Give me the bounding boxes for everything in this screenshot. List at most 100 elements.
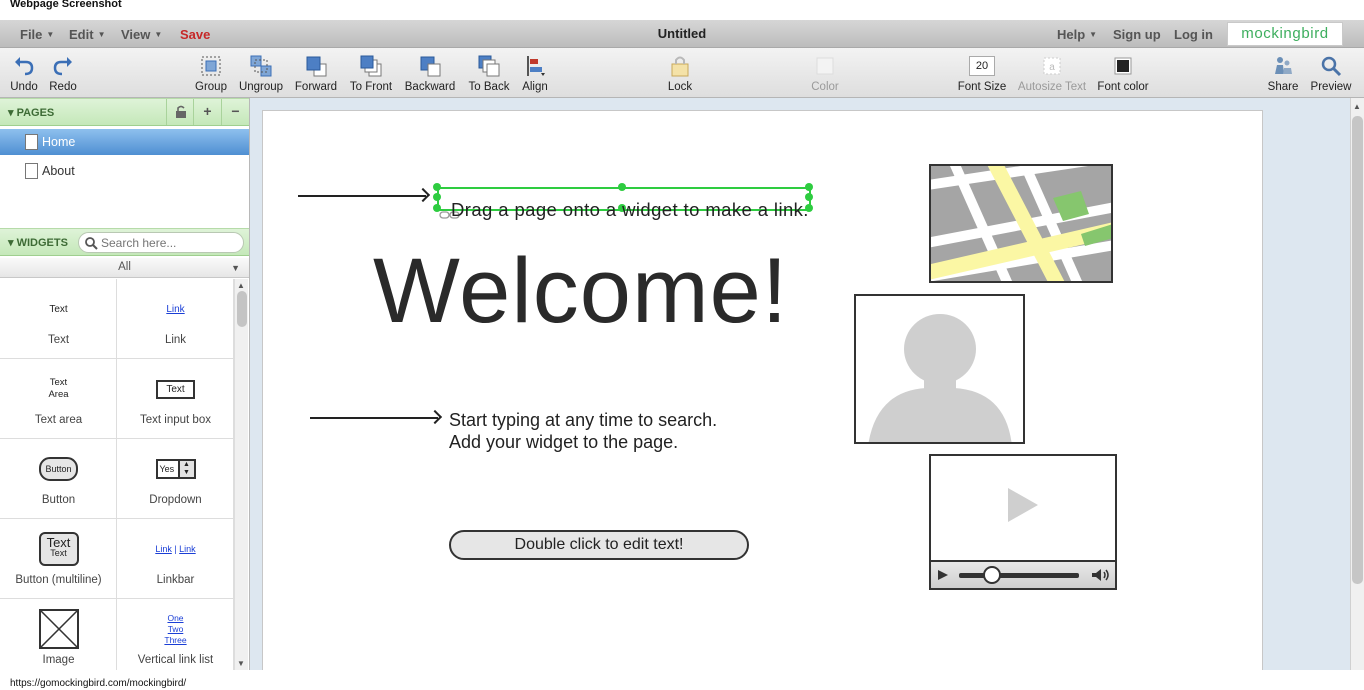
- widget-scrollbar-thumb[interactable]: [237, 291, 247, 327]
- page-icon: [25, 163, 38, 179]
- signup-link[interactable]: Sign up: [1113, 27, 1161, 42]
- widget-text-input-box[interactable]: Text Text input box: [117, 359, 234, 439]
- undo-icon: [12, 54, 36, 78]
- widget-button[interactable]: Button Button: [0, 439, 117, 519]
- align-label: Align: [522, 81, 548, 93]
- redo-button[interactable]: Redo: [46, 54, 80, 93]
- widget-text[interactable]: Text Text: [0, 279, 117, 359]
- canvas-scrollbar-thumb[interactable]: [1352, 116, 1363, 584]
- volume-icon[interactable]: [1091, 568, 1111, 582]
- widget-scrollbar[interactable]: ▲ ▼: [234, 279, 248, 670]
- widget-grid: Text Text Link Link Text Area Text area …: [0, 279, 234, 670]
- undo-button[interactable]: Undo: [6, 54, 42, 93]
- font-color-swatch-icon: [1111, 54, 1135, 78]
- widget-link[interactable]: Link Link: [117, 279, 234, 359]
- pages-header[interactable]: ▾ PAGES + −: [0, 98, 249, 126]
- ungroup-icon: [249, 54, 273, 78]
- ungroup-button[interactable]: Ungroup: [238, 54, 284, 93]
- resize-handle[interactable]: [433, 193, 441, 201]
- play-button-icon[interactable]: [937, 569, 949, 581]
- share-button[interactable]: Share: [1264, 54, 1302, 93]
- play-icon: [1008, 488, 1038, 522]
- login-link[interactable]: Log in: [1174, 27, 1213, 42]
- unlock-icon: [175, 105, 186, 118]
- preview-button[interactable]: Preview: [1310, 54, 1352, 93]
- page-item-about[interactable]: About: [0, 158, 249, 184]
- send-to-back-icon: [477, 54, 501, 78]
- dropdown-widget-preview: Yes ▲ ▼: [155, 459, 196, 479]
- search-input[interactable]: [101, 235, 239, 251]
- add-page-button[interactable]: +: [193, 99, 221, 125]
- scroll-down-icon[interactable]: ▼: [237, 659, 245, 668]
- widget-search[interactable]: [78, 232, 244, 253]
- widgets-header[interactable]: ▾ WIDGETS: [0, 228, 249, 256]
- video-seek-track[interactable]: [959, 573, 1079, 578]
- video-seek-knob[interactable]: [983, 566, 1001, 584]
- bring-to-front-icon: [359, 54, 383, 78]
- magnifier-icon: [1319, 54, 1343, 78]
- lock-page-button[interactable]: [166, 99, 194, 125]
- canvas-scrollbar[interactable]: ▲: [1350, 98, 1364, 670]
- forward-label: Forward: [294, 81, 338, 93]
- page-item-home[interactable]: Home: [0, 129, 249, 155]
- autosize-text-button[interactable]: a Autosize Text: [1017, 54, 1087, 93]
- remove-page-button[interactable]: −: [221, 99, 249, 125]
- to-back-button[interactable]: To Back: [467, 54, 511, 93]
- chevron-down-icon: ▼: [231, 263, 240, 273]
- stepper-icon: ▲ ▼: [177, 461, 194, 477]
- widget-image[interactable]: Image: [0, 599, 117, 670]
- resize-handle[interactable]: [618, 183, 626, 191]
- help-menu[interactable]: Help ▼: [1057, 27, 1097, 42]
- brand-logo[interactable]: mockingbird: [1227, 22, 1343, 46]
- sidebar: ▾ PAGES + − Home About ▾ WIDGETS All ▼ T…: [0, 98, 250, 670]
- canvas-area[interactable]: Drag a page onto a widget to make a link…: [250, 98, 1350, 670]
- backward-button[interactable]: Backward: [403, 54, 457, 93]
- link-hint-text[interactable]: Drag a page onto a widget to make a link…: [451, 199, 809, 221]
- map-widget[interactable]: [929, 164, 1113, 283]
- align-icon: [523, 54, 547, 78]
- undo-label: Undo: [10, 81, 38, 93]
- resize-handle[interactable]: [805, 183, 813, 191]
- align-button[interactable]: Align: [519, 54, 551, 93]
- resize-handle[interactable]: [433, 183, 441, 191]
- widget-linkbar[interactable]: Link | Link Linkbar: [117, 519, 234, 599]
- page-canvas[interactable]: Drag a page onto a widget to make a link…: [262, 110, 1263, 670]
- search-hint-text[interactable]: Start typing at any time to search. Add y…: [449, 409, 717, 453]
- to-front-button[interactable]: To Front: [349, 54, 393, 93]
- scroll-up-icon[interactable]: ▲: [237, 281, 245, 290]
- widget-vertical-link-list[interactable]: One Two Three Vertical link list: [117, 599, 234, 670]
- welcome-heading[interactable]: Welcome!: [373, 239, 788, 344]
- widget-dropdown[interactable]: Yes ▲ ▼ Dropdown: [117, 439, 234, 519]
- scroll-up-icon[interactable]: ▲: [1353, 102, 1361, 111]
- link-widget-preview: Link: [166, 303, 185, 315]
- video-widget[interactable]: [929, 454, 1117, 590]
- widget-filter-dropdown[interactable]: All ▼: [0, 258, 249, 278]
- mock-button[interactable]: Double click to edit text!: [449, 530, 749, 560]
- color-swatch-icon: [813, 54, 837, 78]
- arrow-shape[interactable]: [298, 195, 426, 197]
- widget-label: Text: [47, 334, 70, 346]
- widget-button-multiline[interactable]: Text Text Button (multiline): [0, 519, 117, 599]
- chevron-down-icon: ▼: [1089, 30, 1098, 39]
- widget-label: Text area: [34, 414, 83, 426]
- font-color-button[interactable]: Font color: [1097, 54, 1149, 93]
- widget-label: Vertical link list: [137, 654, 214, 666]
- screenshot-title: Webpage Screenshot: [10, 0, 122, 10]
- toolbar: Undo Redo Group Ungroup Forward To Front…: [0, 48, 1364, 98]
- group-button[interactable]: Group: [193, 54, 229, 93]
- font-size-control[interactable]: 20 Font Size: [957, 54, 1007, 93]
- lock-button[interactable]: Lock: [664, 54, 696, 93]
- autosize-label: Autosize Text: [1017, 81, 1087, 93]
- text-area-widget-preview: Text Area: [48, 377, 69, 400]
- lock-label: Lock: [667, 81, 693, 93]
- avatar-widget[interactable]: [854, 294, 1025, 444]
- forward-button[interactable]: Forward: [294, 54, 338, 93]
- font-size-input[interactable]: 20: [969, 56, 995, 76]
- widget-text-area[interactable]: Text Area Text area: [0, 359, 117, 439]
- redo-label: Redo: [49, 81, 77, 93]
- font-size-label: Font Size: [957, 81, 1007, 93]
- to-back-label: To Back: [468, 81, 510, 93]
- vertical-link-list-preview: One Two Three: [164, 612, 187, 645]
- color-button[interactable]: Color: [806, 54, 844, 93]
- arrow-shape[interactable]: [310, 417, 438, 419]
